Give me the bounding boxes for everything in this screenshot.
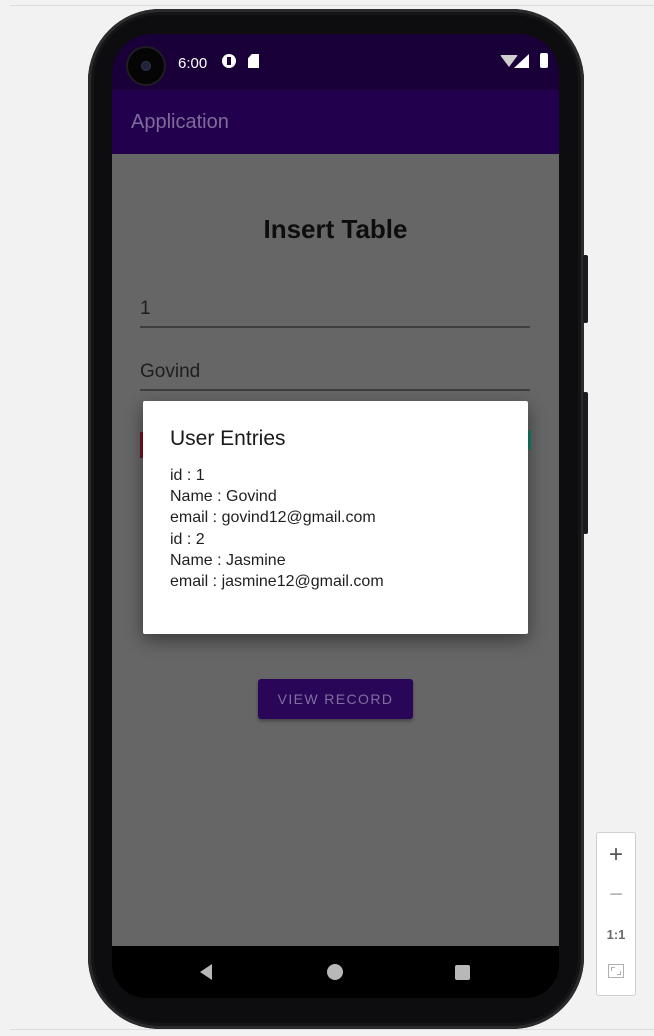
battery-icon	[540, 53, 548, 68]
entry-line: id : 2	[170, 530, 205, 548]
power-button[interactable]	[583, 255, 588, 323]
actual-size-button[interactable]: 1:1	[597, 927, 635, 942]
home-icon[interactable]	[327, 964, 343, 980]
user-entries-dialog: User Entries id : 1 Name : Govind email …	[143, 401, 528, 634]
status-time: 6:00	[178, 55, 208, 72]
status-bar: 6:00	[112, 34, 559, 90]
view-record-button[interactable]: VIEW RECORD	[258, 679, 413, 719]
dialog-title: User Entries	[170, 427, 286, 450]
back-icon[interactable]	[200, 964, 212, 980]
volume-rocker[interactable]	[583, 392, 588, 534]
page-title: Insert Table	[263, 214, 408, 244]
sd-card-icon	[248, 54, 259, 68]
entry-line: id : 1	[170, 467, 205, 484]
dialog-message: id : 1 Name : Govind email : govind12@gm…	[170, 465, 384, 592]
navigation-bar	[112, 946, 559, 998]
zoom-controls: + − 1:1	[596, 832, 636, 996]
fit-screen-icon[interactable]	[608, 964, 624, 978]
recents-icon[interactable]	[455, 965, 470, 980]
app-bar: Application	[112, 90, 559, 154]
email-field-edge	[528, 430, 531, 450]
entry-line: Name : Govind	[170, 488, 277, 506]
entry-line: email : jasmine12@gmail.com	[170, 573, 384, 591]
entry-line: Name : Jasmine	[170, 551, 286, 569]
wifi-icon	[500, 55, 518, 67]
zoom-in-button[interactable]: +	[597, 841, 635, 869]
zoom-out-button[interactable]: −	[597, 881, 635, 909]
entry-line: email : govind12@gmail.com	[170, 509, 376, 527]
id-field[interactable]: 1	[140, 294, 530, 328]
name-field[interactable]: Govind	[140, 357, 530, 391]
app-title: Application	[131, 111, 229, 133]
front-camera	[128, 48, 164, 84]
sync-icon	[222, 54, 236, 68]
